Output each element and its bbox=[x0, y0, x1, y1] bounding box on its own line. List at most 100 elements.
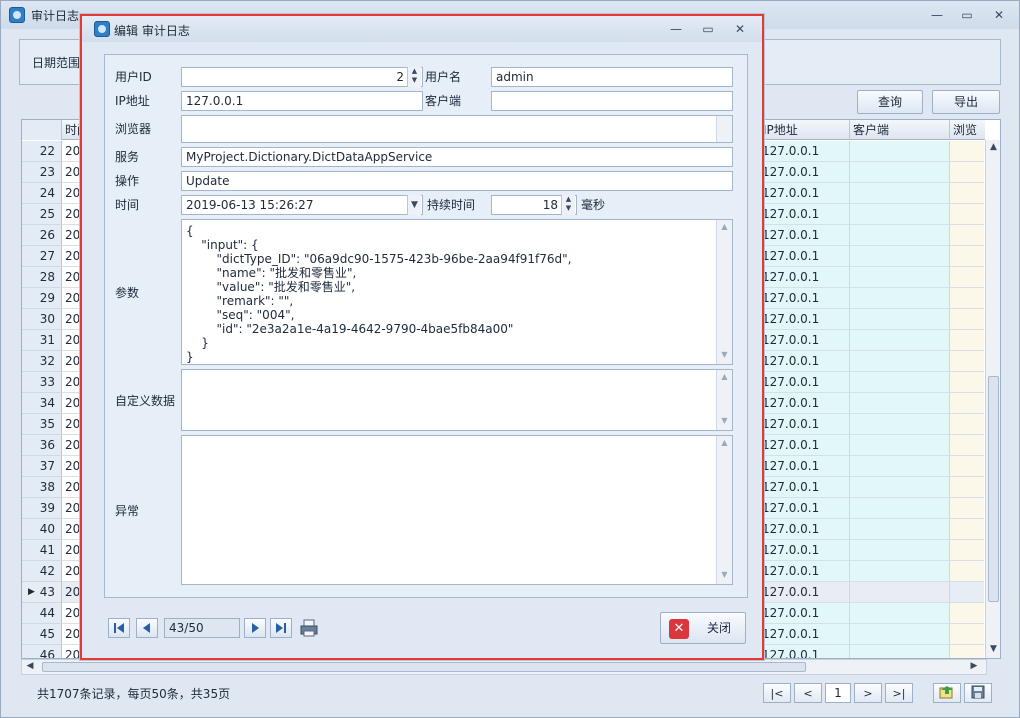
row-number-header bbox=[22, 120, 62, 140]
params-scroll-up-icon[interactable]: ▲ bbox=[717, 222, 732, 231]
dialog-restore-icon[interactable]: ▭ bbox=[698, 21, 718, 37]
row-number: 36 bbox=[22, 435, 62, 456]
cell-browser bbox=[950, 225, 984, 246]
column-header-client[interactable]: 客户端 bbox=[850, 120, 950, 140]
cell-ip: 127.0.0.1 bbox=[760, 477, 850, 498]
column-header-browser[interactable]: 浏览器 bbox=[950, 120, 985, 157]
restore-icon[interactable]: ▭ bbox=[957, 7, 977, 23]
row-number: 46 bbox=[22, 645, 62, 658]
date-range-label: 日期范围 bbox=[32, 56, 81, 70]
save-page-icon[interactable] bbox=[964, 683, 992, 703]
minimize-icon[interactable]: — bbox=[927, 7, 947, 23]
cell-browser bbox=[950, 288, 984, 309]
cell-ip: 127.0.0.1 bbox=[760, 267, 850, 288]
hscroll-thumb[interactable] bbox=[42, 662, 806, 672]
cell-time: 201 bbox=[62, 414, 88, 435]
service-label: 服务 bbox=[115, 150, 140, 164]
scroll-thumb[interactable] bbox=[988, 376, 999, 602]
export-button[interactable]: 导出 bbox=[932, 90, 1000, 114]
dialog-minimize-icon[interactable]: — bbox=[666, 21, 686, 37]
cell-client bbox=[850, 414, 950, 435]
column-header-ip[interactable]: IP地址 bbox=[760, 120, 850, 140]
status-bar: 共1707条记录，每页50条，共35页 |< < 1 > >| bbox=[1, 677, 1019, 717]
dialog-footer: 43/50 ✕ 关闭 bbox=[104, 608, 746, 648]
params-scrollbar[interactable]: ▲ ▼ bbox=[716, 220, 732, 364]
params-label: 参数 bbox=[115, 286, 140, 300]
next-record-icon[interactable] bbox=[244, 618, 266, 638]
prev-record-icon[interactable] bbox=[136, 618, 158, 638]
next-page-button[interactable]: > bbox=[854, 683, 882, 703]
custom-scroll-up-icon[interactable]: ▲ bbox=[717, 372, 732, 381]
client-field[interactable] bbox=[491, 91, 733, 111]
row-number: 32 bbox=[22, 351, 62, 372]
exception-label: 异常 bbox=[115, 504, 140, 518]
last-record-icon[interactable] bbox=[270, 618, 292, 638]
duration-spinner[interactable]: ▲ ▼ bbox=[561, 195, 575, 215]
cell-ip: 127.0.0.1 bbox=[760, 603, 850, 624]
cell-browser bbox=[950, 162, 984, 183]
time-field[interactable]: 2019-06-13 15:26:27 bbox=[181, 195, 423, 215]
duration-unit: 毫秒 bbox=[581, 198, 606, 212]
exception-field[interactable]: ▲ ▼ bbox=[181, 435, 733, 585]
first-page-button[interactable]: |< bbox=[763, 683, 791, 703]
grid-horizontal-scrollbar[interactable]: ◀ ▶ bbox=[21, 659, 987, 675]
cell-time: 201 bbox=[62, 393, 88, 414]
print-icon[interactable] bbox=[298, 618, 320, 638]
user-id-field[interactable]: 2 bbox=[181, 67, 423, 87]
row-number: 41 bbox=[22, 540, 62, 561]
exception-scrollbar[interactable]: ▲ ▼ bbox=[716, 436, 732, 584]
row-number: 26 bbox=[22, 225, 62, 246]
cell-browser bbox=[950, 477, 984, 498]
prev-page-button[interactable]: < bbox=[794, 683, 822, 703]
row-number: 33 bbox=[22, 372, 62, 393]
close-button[interactable]: ✕ 关闭 bbox=[660, 612, 746, 644]
exception-scroll-up-icon[interactable]: ▲ bbox=[717, 438, 732, 447]
cell-client bbox=[850, 183, 950, 204]
cell-client bbox=[850, 246, 950, 267]
last-page-button[interactable]: >| bbox=[885, 683, 913, 703]
params-scroll-down-icon[interactable]: ▼ bbox=[717, 350, 732, 359]
scroll-down-icon[interactable]: ▼ bbox=[986, 644, 1000, 654]
scroll-right-icon[interactable]: ▶ bbox=[968, 661, 980, 671]
custom-scroll-down-icon[interactable]: ▼ bbox=[717, 416, 732, 425]
grid-vertical-scrollbar[interactable]: ▲ ▼ bbox=[985, 140, 1000, 658]
query-button[interactable]: 查询 bbox=[857, 90, 923, 114]
cell-client bbox=[850, 351, 950, 372]
custom-data-scrollbar[interactable]: ▲ ▼ bbox=[716, 370, 732, 430]
browser-label: 浏览器 bbox=[115, 122, 152, 136]
edit-audit-log-dialog: 编辑 审计日志 — ▭ ✕ 用户ID 2 ▲ ▼ 用户名 admin IP地址 1… bbox=[80, 14, 764, 660]
first-record-icon[interactable] bbox=[108, 618, 130, 638]
params-field[interactable]: { "input": { "dictType_ID": "06a9dc90-15… bbox=[181, 219, 733, 365]
service-field[interactable]: MyProject.Dictionary.DictDataAppService bbox=[181, 147, 733, 167]
scroll-up-icon[interactable]: ▲ bbox=[986, 142, 1000, 152]
exception-scroll-down-icon[interactable]: ▼ bbox=[717, 570, 732, 579]
ip-field[interactable]: 127.0.0.1 bbox=[181, 91, 423, 111]
custom-data-text bbox=[182, 370, 190, 378]
row-number: 23 bbox=[22, 162, 62, 183]
time-label: 时间 bbox=[115, 198, 140, 212]
page-number-input[interactable]: 1 bbox=[825, 683, 851, 703]
cell-browser bbox=[950, 351, 984, 372]
browser-field[interactable] bbox=[181, 115, 733, 143]
browser-scrollbar[interactable] bbox=[716, 116, 732, 142]
dialog-close-icon[interactable]: ✕ bbox=[730, 21, 750, 37]
user-name-field[interactable]: admin bbox=[491, 67, 733, 87]
cell-client bbox=[850, 456, 950, 477]
cell-time: 201 bbox=[62, 162, 88, 183]
cell-time: 201 bbox=[62, 141, 88, 162]
close-icon[interactable]: ✕ bbox=[989, 7, 1009, 23]
dialog-form: 用户ID 2 ▲ ▼ 用户名 admin IP地址 127.0.0.1 客户端 浏… bbox=[104, 54, 748, 598]
scroll-left-icon[interactable]: ◀ bbox=[24, 661, 36, 671]
export-page-icon[interactable] bbox=[933, 683, 961, 703]
user-id-spinner[interactable]: ▲ ▼ bbox=[407, 67, 421, 87]
action-field[interactable]: Update bbox=[181, 171, 733, 191]
record-position[interactable]: 43/50 bbox=[164, 618, 240, 638]
cell-client bbox=[850, 498, 950, 519]
time-dropdown-icon[interactable]: ▼ bbox=[407, 195, 421, 215]
cell-ip: 127.0.0.1 bbox=[760, 372, 850, 393]
row-number: 31 bbox=[22, 330, 62, 351]
cell-ip: 127.0.0.1 bbox=[760, 183, 850, 204]
cell-ip: 127.0.0.1 bbox=[760, 645, 850, 658]
cell-browser bbox=[950, 603, 984, 624]
custom-data-field[interactable]: ▲ ▼ bbox=[181, 369, 733, 431]
